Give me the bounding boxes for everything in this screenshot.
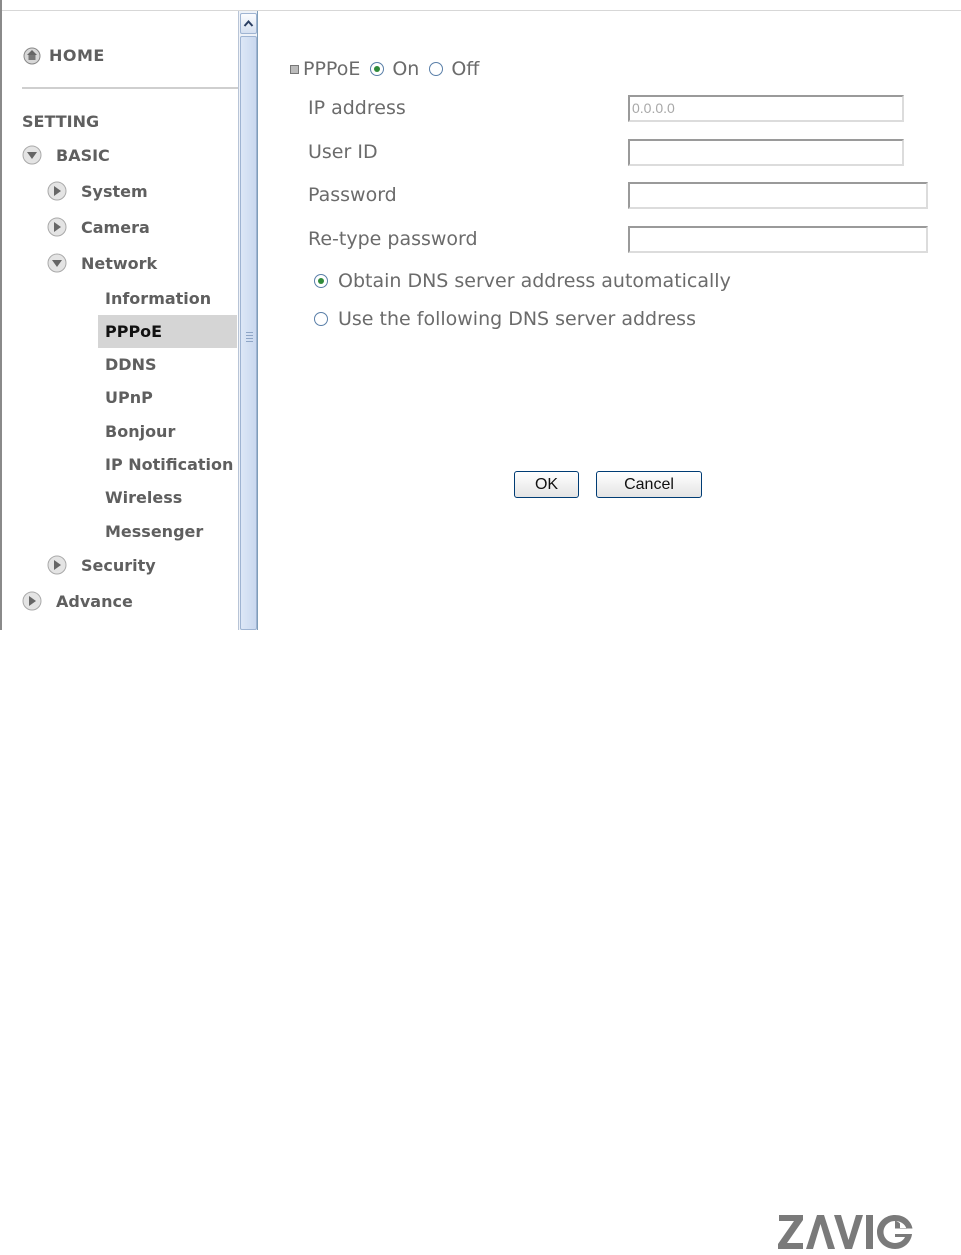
collapsed-arrow-icon	[47, 181, 67, 201]
dns-auto-label: Obtain DNS server address automatically	[338, 270, 731, 292]
sidebar-item-label: BASIC	[56, 145, 110, 165]
sidebar-item-network[interactable]: Network	[47, 253, 157, 273]
sidebar: HOME SETTING BASIC System Camera Network…	[2, 11, 238, 630]
setting-heading: SETTING	[22, 112, 100, 131]
collapsed-arrow-icon	[47, 555, 67, 575]
bullet-square-icon	[290, 64, 299, 74]
ip-address-label: IP address	[308, 97, 406, 119]
sidebar-scrollbar[interactable]	[238, 11, 258, 630]
pppoe-on-radio[interactable]	[370, 62, 385, 76]
scroll-thumb[interactable]	[240, 36, 257, 630]
brand-logo	[778, 1215, 913, 1249]
user-id-field[interactable]	[628, 139, 904, 166]
pppoe-toggle-row: PPPoE On Off	[290, 58, 479, 80]
sidebar-divider	[22, 87, 238, 89]
dns-auto-option[interactable]: Obtain DNS server address automatically	[314, 270, 731, 292]
sidebar-item-messenger[interactable]: Messenger	[105, 522, 203, 541]
sidebar-item-upnp[interactable]: UPnP	[105, 388, 153, 407]
sidebar-item-label: System	[81, 181, 148, 201]
expanded-arrow-icon	[47, 253, 67, 273]
sidebar-item-advance[interactable]: Advance	[22, 591, 133, 611]
ok-button[interactable]: OK	[514, 471, 579, 498]
sidebar-item-basic[interactable]: BASIC	[22, 145, 110, 165]
dns-manual-radio[interactable]	[314, 312, 328, 326]
sidebar-item-pppoe[interactable]: PPPoE	[98, 315, 237, 348]
pppoe-on-label[interactable]: On	[392, 58, 419, 80]
retype-password-label: Re-type password	[308, 228, 478, 250]
home-icon	[23, 47, 41, 65]
collapsed-arrow-icon	[47, 217, 67, 237]
scroll-up-button[interactable]	[240, 13, 257, 34]
sidebar-item-label: Network	[81, 253, 158, 273]
screenshot-area: HOME SETTING BASIC System Camera Network…	[0, 0, 961, 630]
sidebar-item-label: Advance	[56, 591, 133, 611]
expanded-arrow-icon	[22, 145, 42, 165]
pppoe-settings-panel: PPPoE On Off IP address 0.0.0.0 User ID …	[258, 11, 961, 630]
sidebar-item-system[interactable]: System	[47, 181, 148, 201]
password-label: Password	[308, 184, 397, 206]
sidebar-item-label: Security	[81, 555, 156, 575]
password-field[interactable]	[628, 182, 928, 209]
sidebar-item-camera[interactable]: Camera	[47, 217, 150, 237]
sidebar-item-security[interactable]: Security	[47, 555, 156, 575]
dns-manual-label: Use the following DNS server address	[338, 308, 696, 330]
sidebar-item-label: Camera	[81, 217, 150, 237]
sidebar-item-wireless[interactable]: Wireless	[105, 488, 182, 507]
chevron-up-icon	[243, 19, 254, 27]
home-link[interactable]: HOME	[22, 45, 105, 65]
sidebar-item-information[interactable]: Information	[105, 289, 211, 308]
user-id-label: User ID	[308, 141, 378, 163]
cancel-button[interactable]: Cancel	[596, 471, 702, 498]
collapsed-arrow-icon	[22, 591, 42, 611]
ip-address-field[interactable]: 0.0.0.0	[628, 95, 904, 122]
retype-password-field[interactable]	[628, 226, 928, 253]
sidebar-item-ddns[interactable]: DDNS	[105, 355, 156, 374]
sidebar-item-bonjour[interactable]: Bonjour	[105, 422, 175, 441]
dns-auto-radio[interactable]	[314, 274, 328, 288]
pppoe-off-label[interactable]: Off	[451, 58, 479, 80]
home-label: HOME	[49, 45, 105, 65]
pppoe-title: PPPoE	[303, 58, 361, 80]
pppoe-off-radio[interactable]	[429, 62, 444, 76]
dns-manual-option[interactable]: Use the following DNS server address	[314, 308, 696, 330]
grip-icon	[246, 332, 253, 344]
sidebar-item-ip-notification[interactable]: IP Notification	[105, 455, 233, 474]
